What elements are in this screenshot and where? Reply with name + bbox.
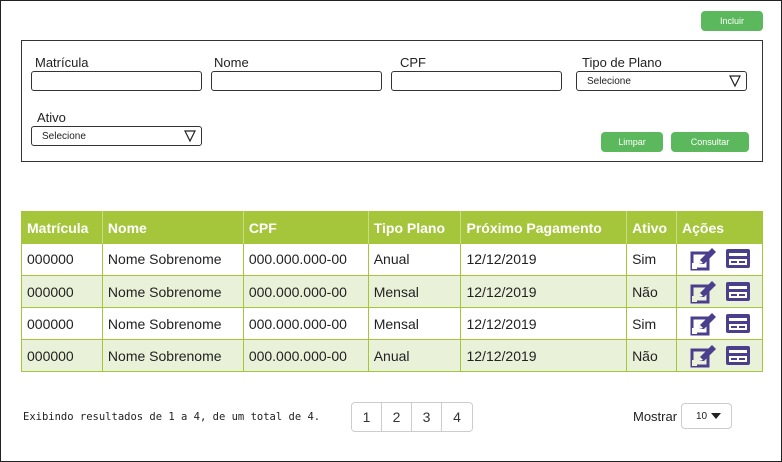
nome-label: Nome: [214, 55, 249, 70]
tipo-plano-value: Selecione: [587, 75, 631, 87]
filter-panel: Matrícula Nome CPF Tipo de Plano Selecio…: [21, 40, 763, 162]
ativo-value: Selecione: [42, 130, 86, 142]
cell-acoes: [676, 339, 763, 372]
cell-matricula: 000000: [21, 307, 103, 340]
cell-ativo: Não: [626, 339, 678, 372]
page-button[interactable]: 4: [442, 403, 472, 431]
card-icon[interactable]: [724, 344, 752, 368]
cell-cpf: 000.000.000-00: [243, 307, 369, 340]
column-header: Ações: [676, 211, 763, 244]
table-row: 000000 Nome Sobrenome 000.000.000-00 Anu…: [21, 243, 763, 276]
cpf-label: CPF: [400, 55, 426, 70]
cell-nome: Nome Sobrenome: [102, 339, 244, 372]
page-button[interactable]: 2: [382, 403, 412, 431]
cell-proximo-pagamento: 12/12/2019: [460, 307, 628, 340]
limpar-button[interactable]: Limpar: [601, 132, 663, 152]
nome-input[interactable]: [211, 71, 382, 91]
cell-tipo-plano: Anual: [368, 339, 462, 372]
column-header[interactable]: Próximo Pagamento: [460, 211, 628, 244]
edit-icon[interactable]: [690, 344, 718, 368]
page-size-value: 10: [696, 410, 708, 422]
cell-ativo: Não: [626, 275, 678, 308]
dropdown-triangle-icon: [184, 130, 196, 143]
column-header[interactable]: Matrícula: [21, 211, 103, 244]
incluir-button[interactable]: Incluir: [701, 11, 763, 31]
table-header-row: Matrícula Nome CPF Tipo Plano Próximo Pa…: [21, 211, 763, 244]
cell-nome: Nome Sobrenome: [102, 243, 244, 276]
cell-acoes: [676, 243, 763, 276]
consultar-button[interactable]: Consultar: [671, 132, 749, 152]
matricula-label: Matrícula: [35, 55, 89, 70]
cell-tipo-plano: Mensal: [368, 307, 462, 340]
dropdown-triangle-icon: [729, 75, 741, 88]
cpf-input[interactable]: [391, 71, 562, 91]
table-row: 000000 Nome Sobrenome 000.000.000-00 Men…: [21, 307, 763, 340]
column-header[interactable]: Nome: [102, 211, 244, 244]
cell-ativo: Sim: [626, 243, 678, 276]
cell-nome: Nome Sobrenome: [102, 307, 244, 340]
cell-cpf: 000.000.000-00: [243, 339, 369, 372]
cell-proximo-pagamento: 12/12/2019: [460, 243, 628, 276]
edit-icon[interactable]: [690, 247, 718, 271]
column-header[interactable]: Ativo: [626, 211, 678, 244]
ativo-label: Ativo: [37, 110, 66, 125]
page-size-select[interactable]: 10: [681, 403, 732, 429]
card-icon[interactable]: [724, 247, 752, 271]
edit-icon[interactable]: [690, 280, 718, 304]
pagination: 1 2 3 4: [351, 402, 473, 432]
cell-nome: Nome Sobrenome: [102, 275, 244, 308]
card-icon[interactable]: [724, 312, 752, 336]
results-summary: Exibindo resultados de 1 a 4, de um tota…: [23, 411, 321, 423]
cell-matricula: 000000: [21, 275, 103, 308]
page-button[interactable]: 1: [352, 403, 382, 431]
table-row: 000000 Nome Sobrenome 000.000.000-00 Anu…: [21, 339, 763, 372]
edit-icon[interactable]: [690, 312, 718, 336]
cell-cpf: 000.000.000-00: [243, 243, 369, 276]
column-header[interactable]: CPF: [243, 211, 369, 244]
cell-cpf: 000.000.000-00: [243, 275, 369, 308]
cell-proximo-pagamento: 12/12/2019: [460, 339, 628, 372]
tipo-plano-label: Tipo de Plano: [582, 55, 662, 70]
card-icon[interactable]: [724, 280, 752, 304]
cell-tipo-plano: Mensal: [368, 275, 462, 308]
cell-matricula: 000000: [21, 243, 103, 276]
page-frame: Incluir Matrícula Nome CPF Tipo de Plano…: [0, 0, 782, 462]
cell-ativo: Sim: [626, 307, 678, 340]
mostrar-label: Mostrar: [633, 409, 678, 424]
cell-acoes: [676, 307, 763, 340]
page-button[interactable]: 3: [412, 403, 442, 431]
cell-matricula: 000000: [21, 339, 103, 372]
results-table: Matrícula Nome CPF Tipo Plano Próximo Pa…: [21, 211, 763, 372]
cell-proximo-pagamento: 12/12/2019: [460, 275, 628, 308]
table-row: 000000 Nome Sobrenome 000.000.000-00 Men…: [21, 275, 763, 308]
matricula-input[interactable]: [31, 71, 202, 91]
ativo-select[interactable]: Selecione: [31, 126, 202, 146]
caret-down-icon: [711, 413, 722, 419]
tipo-plano-select[interactable]: Selecione: [576, 71, 747, 91]
cell-acoes: [676, 275, 763, 308]
cell-tipo-plano: Anual: [368, 243, 462, 276]
column-header[interactable]: Tipo Plano: [368, 211, 462, 244]
